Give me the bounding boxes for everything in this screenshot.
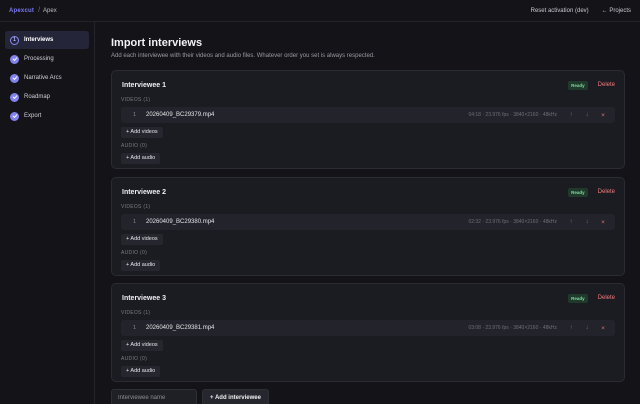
move-up-button[interactable]: ↑ — [565, 322, 577, 334]
move-down-button[interactable]: ↓ — [581, 109, 593, 121]
file-metadata: 02:32 · 23.976 fps · 3840×2160 · 48kHz — [468, 219, 557, 225]
move-up-button[interactable]: ↑ — [565, 109, 577, 121]
card-header: Interviewee 2 Ready Delete — [121, 178, 615, 206]
videos-section-label: VIDEOS (1) — [121, 97, 151, 103]
interviewee-name[interactable]: Interviewee 2 — [122, 189, 166, 196]
status-badge: Ready — [568, 80, 588, 90]
interviewee-card: Interviewee 2 Ready Delete VIDEOS (1) 1 … — [111, 177, 625, 276]
sidebar-item-label: Export — [24, 113, 42, 119]
move-down-button[interactable]: ↓ — [581, 322, 593, 334]
project-name: Apex — [43, 7, 57, 14]
file-index: 1 — [133, 219, 137, 225]
sidebar-item-roadmap[interactable]: Roadmap — [5, 88, 89, 106]
file-index: 1 — [133, 325, 137, 331]
sidebar: 1 Interviews Processing Narrative Arcs R… — [0, 22, 95, 404]
move-down-button[interactable]: ↓ — [581, 216, 593, 228]
remove-file-button[interactable]: × — [597, 109, 609, 121]
breadcrumb-separator: / — [38, 7, 41, 14]
card-header-actions: Ready Delete — [568, 80, 615, 90]
sidebar-item-label: Processing — [24, 56, 54, 62]
card-header-actions: Ready Delete — [568, 187, 615, 197]
add-audio-button[interactable]: + Add audio — [121, 366, 161, 377]
sidebar-item-export[interactable]: Export — [5, 107, 89, 125]
status-badge: Ready — [568, 293, 588, 303]
check-icon — [10, 73, 19, 83]
card-header: Interviewee 1 Ready Delete — [121, 71, 615, 99]
sidebar-item-label: Narrative Arcs — [24, 75, 62, 81]
top-bar-actions: Reset activation (dev) ← Projects — [531, 8, 631, 14]
add-audio-button[interactable]: + Add audio — [121, 260, 161, 271]
video-file-row: 1 20260409_BC29381.mp4 03:08 · 23.976 fp… — [121, 320, 615, 336]
app-logo[interactable]: Apexcut — [9, 8, 34, 14]
delete-button[interactable]: Delete — [598, 82, 615, 88]
projects-link[interactable]: ← Projects — [602, 8, 631, 14]
file-name: 20260409_BC29380.mp4 — [146, 219, 215, 225]
check-icon — [10, 92, 19, 102]
sidebar-item-narrative-arcs[interactable]: Narrative Arcs — [5, 69, 89, 87]
check-icon — [10, 111, 19, 121]
main-content: Import interviews Add each interviewee w… — [111, 22, 625, 382]
sidebar-item-label: Interviews — [24, 37, 54, 43]
file-metadata: 03:08 · 23.976 fps · 3840×2160 · 48kHz — [468, 325, 557, 331]
file-metadata: 04:18 · 23.976 fps · 3840×2160 · 48kHz — [468, 112, 557, 118]
file-name: 20260409_BC29379.mp4 — [146, 112, 215, 118]
file-index: 1 — [133, 112, 137, 118]
step-number-icon: 1 — [10, 35, 19, 45]
file-name: 20260409_BC29381.mp4 — [146, 325, 215, 331]
videos-section-label: VIDEOS (1) — [121, 310, 151, 316]
interviewee-name[interactable]: Interviewee 1 — [122, 82, 166, 89]
video-file-row: 1 20260409_BC29379.mp4 04:18 · 23.976 fp… — [121, 107, 615, 123]
interviewee-card: Interviewee 3 Ready Delete VIDEOS (1) 1 … — [111, 283, 625, 382]
delete-button[interactable]: Delete — [598, 189, 615, 195]
sidebar-item-processing[interactable]: Processing — [5, 50, 89, 68]
interviewee-name[interactable]: Interviewee 3 — [122, 295, 166, 302]
video-file-row: 1 20260409_BC29380.mp4 02:32 · 23.976 fp… — [121, 214, 615, 230]
reset-activation-button[interactable]: Reset activation (dev) — [531, 8, 589, 14]
check-icon — [10, 54, 19, 64]
top-bar: Apexcut / Apex Reset activation (dev) ← … — [0, 0, 640, 22]
move-up-button[interactable]: ↑ — [565, 216, 577, 228]
add-audio-button[interactable]: + Add audio — [121, 153, 161, 164]
page-subtitle: Add each interviewee with their videos a… — [111, 53, 375, 59]
card-header: Interviewee 3 Ready Delete — [121, 284, 615, 312]
add-videos-button[interactable]: + Add videos — [121, 127, 163, 138]
sidebar-item-label: Roadmap — [24, 94, 51, 100]
add-interviewee-button[interactable]: + Add interviewee — [202, 389, 269, 404]
add-videos-button[interactable]: + Add videos — [121, 234, 163, 245]
delete-button[interactable]: Delete — [598, 295, 615, 301]
card-header-actions: Ready Delete — [568, 293, 615, 303]
remove-file-button[interactable]: × — [597, 322, 609, 334]
sidebar-item-interviews[interactable]: 1 Interviews — [5, 31, 89, 49]
status-badge: Ready — [568, 187, 588, 197]
interviewee-card: Interviewee 1 Ready Delete VIDEOS (1) 1 … — [111, 70, 625, 169]
page-title: Import interviews — [111, 37, 203, 49]
videos-section-label: VIDEOS (1) — [121, 204, 151, 210]
interviewee-name-input[interactable] — [111, 389, 197, 404]
add-interviewee-row: + Add interviewee — [111, 389, 269, 404]
add-videos-button[interactable]: + Add videos — [121, 340, 163, 351]
remove-file-button[interactable]: × — [597, 216, 609, 228]
